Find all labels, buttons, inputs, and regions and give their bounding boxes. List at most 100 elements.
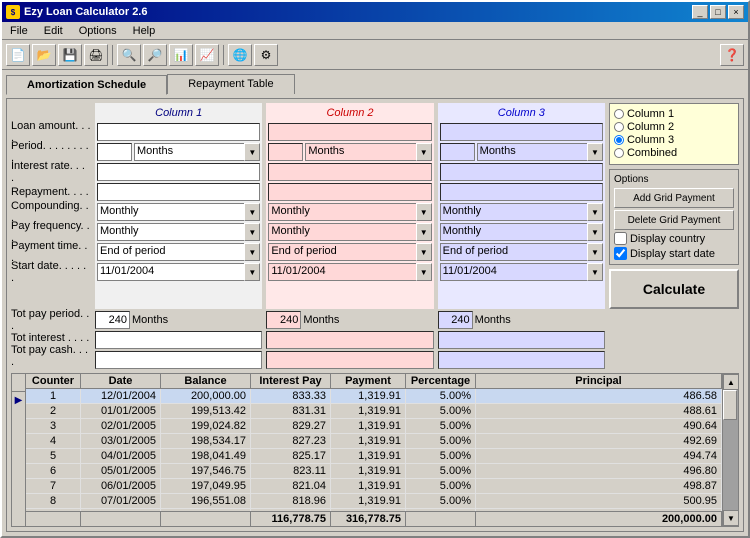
toolbar-chart2[interactable]: 📈 [195,44,219,66]
col3-repayment[interactable]: 1,432.86 [440,183,603,201]
label-tot-pay-period: Tot pay period. . . [11,311,91,329]
col3-loan-amount[interactable]: 200,000.00 [440,123,603,141]
table-row[interactable]: 706/01/2005197,049.95821.041,319.915.00%… [26,479,722,494]
table-row[interactable]: 504/01/2005198,041.49825.171,319.915.00%… [26,449,722,464]
toolbar-web[interactable]: 🌐 [228,44,252,66]
radio-col1-input[interactable] [614,109,624,119]
col1-loan-amount[interactable]: 200,000.00 [97,123,260,141]
col1-period-arrow[interactable]: ▼ [244,143,260,161]
toolbar-chart1[interactable]: 📊 [169,44,193,66]
tf-principal: 200,000.00 [476,512,722,526]
add-grid-button[interactable]: Add Grid Payment [614,188,734,208]
tab-repayment[interactable]: Repayment Table [167,74,294,94]
radio-col2-input[interactable] [614,122,624,132]
table-cell: 4 [26,434,81,448]
radio-combined-input[interactable] [614,148,624,158]
col3-tot-pay-cash[interactable]: 343,886.91 [438,351,605,369]
table-row[interactable]: 302/01/2005199,024.82829.271,319.915.00%… [26,419,722,434]
delete-grid-button[interactable]: Delete Grid Payment [614,210,734,230]
col3-payment-time: End of period [440,243,587,261]
col2-payment-time: End of period [268,243,415,261]
col1-tot-period-val[interactable] [95,311,130,329]
table-row[interactable]: 112/01/2004200,000.00833.331,319.915.00%… [26,389,722,404]
col2-repayment[interactable]: 1,375.77 [268,183,431,201]
col2-period-arrow[interactable]: ▼ [416,143,432,161]
col1-interest-rate[interactable]: 5.00% [97,163,260,181]
toolbar-new[interactable]: 📄 [6,44,30,66]
toolbar-extra[interactable]: ⚙ [254,44,278,66]
table-body[interactable]: 112/01/2004200,000.00833.331,319.915.00%… [26,389,722,511]
col2-pay-freq-arrow[interactable]: ▼ [416,223,432,241]
toolbar-open[interactable]: 📂 [32,44,56,66]
col3-interest-rate[interactable]: 6.00% [440,163,603,181]
toolbar-save[interactable]: 💾 [58,44,82,66]
col2-period-val[interactable]: 240 [268,143,303,161]
menu-edit[interactable]: Edit [40,24,67,38]
table-cell: 5.00% [406,389,476,403]
minimize-button[interactable]: _ [692,5,708,19]
table-row[interactable]: 807/01/2005196,551.08818.961,319.915.00%… [26,494,722,509]
col3-payment-time-arrow[interactable]: ▼ [587,243,603,261]
col3-tot-interest[interactable]: 143,886.91 [438,331,605,349]
toolbar-help[interactable]: ❓ [720,44,744,66]
table-row[interactable]: 403/01/2005198,534.17827.231,319.915.00%… [26,434,722,449]
toolbar-zoom[interactable]: 🔎 [143,44,167,66]
radio-col2[interactable]: Column 2 [614,121,734,133]
col3-pay-freq-arrow[interactable]: ▼ [587,223,603,241]
menu-options[interactable]: Options [75,24,121,38]
display-start-date-checkbox[interactable] [614,247,627,260]
label-repayment: Repayment. . . . [11,183,91,201]
maximize-button[interactable]: □ [710,5,726,19]
label-start-date: Start date. . . . . . [11,263,91,281]
th-balance: Balance [161,374,251,388]
col1-compounding-arrow[interactable]: ▼ [244,203,260,221]
col3-start-date-arrow[interactable]: ▼ [587,263,603,281]
col2-tot-period-val[interactable] [266,311,301,329]
menu-help[interactable]: Help [129,24,160,38]
menu-file[interactable]: File [6,24,32,38]
scroll-thumb[interactable] [723,390,737,420]
radio-col3[interactable]: Column 3 [614,134,734,146]
col2-payment-time-arrow[interactable]: ▼ [416,243,432,261]
col2-interest-rate[interactable]: 5.50% [268,163,431,181]
col3-compounding-arrow[interactable]: ▼ [587,203,603,221]
col1-payment-time-arrow[interactable]: ▼ [244,243,260,261]
col1-repayment[interactable]: 1,319.91 [97,183,260,201]
labels-column: Loan amount. . . . Period. . . . . . . .… [11,103,91,309]
col3-period-val[interactable]: 240 [440,143,475,161]
col1-start-date-arrow[interactable]: ▼ [244,263,260,281]
table-row[interactable]: 605/01/2005197,546.75823.111,319.915.00%… [26,464,722,479]
scroll-down-btn[interactable]: ▼ [723,510,739,526]
scroll-up-btn[interactable]: ▲ [723,374,739,390]
tab-amortization[interactable]: Amortization Schedule [6,75,167,95]
toolbar-search[interactable]: 🔍 [117,44,141,66]
calculate-button[interactable]: Calculate [609,269,739,309]
col2-loan-amount[interactable]: 200,000.00 [268,123,431,141]
col2-start-date-arrow[interactable]: ▼ [416,263,432,281]
col2-tot-pay-cash[interactable]: 330,185.91 [266,351,433,369]
table-cell: 198,534.17 [161,434,251,448]
col1-tot-interest[interactable]: 116,778.75 [95,331,262,349]
table-cell: 5.00% [406,464,476,478]
col2-compounding-arrow[interactable]: ▼ [416,203,432,221]
radio-combined[interactable]: Combined [614,147,734,159]
th-payment: Payment [331,374,406,388]
col2-totals: Months 130,185.91 330,185.91 [266,311,433,369]
col3-period-arrow[interactable]: ▼ [587,143,603,161]
col1-tot-pay-cash[interactable]: 316,778.75 [95,351,262,369]
label-payment-time: Payment time. . . [11,243,91,261]
toolbar-print[interactable]: 🖨 [84,44,108,66]
col1-period-val[interactable]: 240 [97,143,132,161]
col1-pay-freq-arrow[interactable]: ▼ [244,223,260,241]
table-row[interactable]: 201/01/2005199,513.42831.311,319.915.00%… [26,404,722,419]
radio-col1[interactable]: Column 1 [614,108,734,120]
col1-totals: Months 116,778.75 316,778.75 [95,311,262,369]
display-country-label: Display country [630,233,705,245]
radio-combined-label: Combined [627,147,677,159]
table-scrollbar[interactable]: ▲ ▼ [722,374,738,526]
radio-col3-input[interactable] [614,135,624,145]
col3-tot-period-val[interactable] [438,311,473,329]
close-button[interactable]: × [728,5,744,19]
display-country-checkbox[interactable] [614,232,627,245]
col2-tot-interest[interactable]: 130,185.91 [266,331,433,349]
